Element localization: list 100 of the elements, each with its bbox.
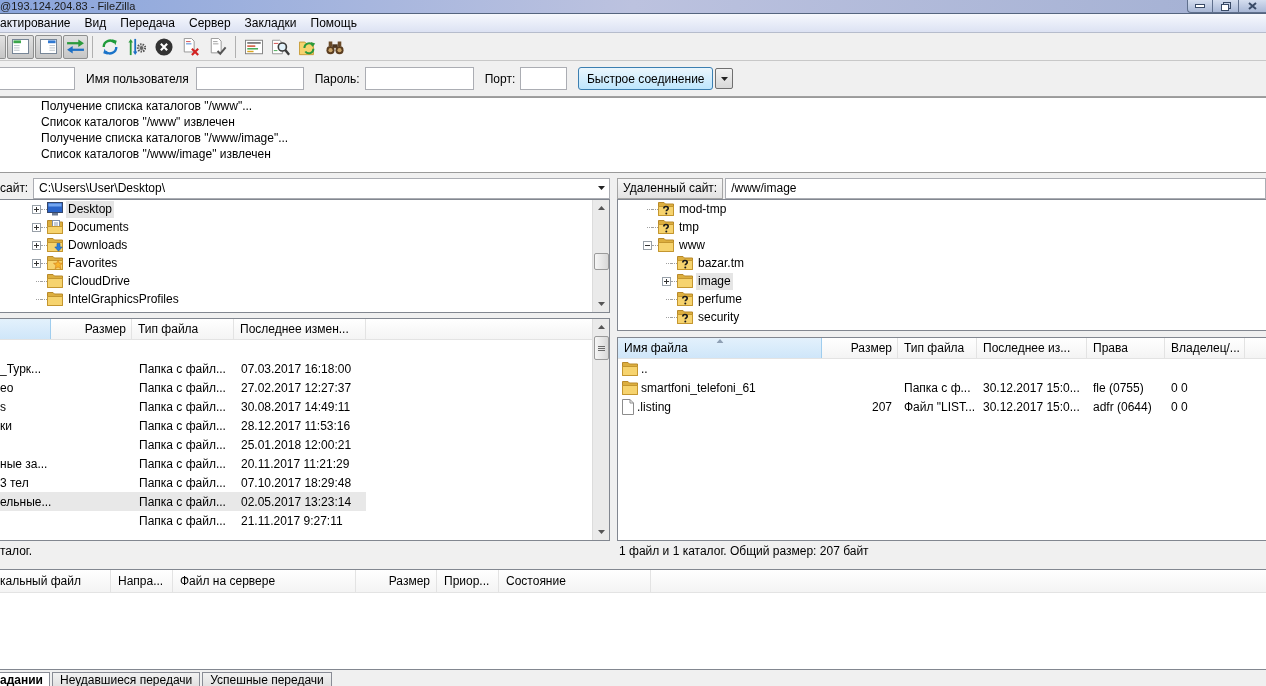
sliders-gear-icon[interactable] <box>127 37 146 56</box>
table-cell-text: adfr (0644) <box>1093 398 1152 416</box>
document-check-icon[interactable] <box>208 37 227 56</box>
column-header[interactable]: Файл на сервере <box>173 570 356 592</box>
close-button[interactable] <box>1239 0 1266 13</box>
scrollbar[interactable] <box>592 319 609 540</box>
column-header[interactable]: Тип файла <box>132 319 234 339</box>
x-circle-icon[interactable] <box>154 37 173 56</box>
file-name: .. <box>641 360 648 378</box>
table-cell-text: 30.12.2017 15:0... <box>983 379 1080 397</box>
file-icon <box>622 398 634 415</box>
folder-icon <box>622 380 638 395</box>
restore-button[interactable] <box>1213 0 1239 13</box>
column-header[interactable]: Размер <box>822 338 898 358</box>
table-cell-text: _Турк... <box>0 360 42 378</box>
folder-icon <box>658 238 674 252</box>
column-header[interactable]: Тип файла <box>898 338 977 358</box>
menu-item[interactable]: Закладки <box>237 14 304 32</box>
column-header[interactable]: Последнее из... <box>977 338 1087 358</box>
scrollbar-thumb[interactable] <box>593 253 609 270</box>
column-header[interactable]: Права <box>1087 338 1165 358</box>
file-row[interactable]: ельные... Папка с файл... 02.05.2017 13:23:14 <box>0 492 366 511</box>
input-field[interactable] <box>195 67 304 90</box>
table-cell-text: 28.12.2017 11:53:16 <box>241 417 351 435</box>
menu-item[interactable]: Вид <box>77 14 114 32</box>
scroll-up-icon[interactable] <box>597 206 605 210</box>
table-cell-text: ные за... <box>0 455 48 473</box>
column-header[interactable]: Размер <box>356 570 437 592</box>
table-cell-text: 21.11.2017 9:27:11 <box>241 512 343 530</box>
document-folder-icon <box>47 220 63 234</box>
input-field[interactable] <box>520 67 568 90</box>
quickconnect-button[interactable]: Быстрое соединение <box>578 67 714 90</box>
table-cell-text: Папка с файл... <box>139 379 226 397</box>
minus-box-icon[interactable] <box>643 240 652 250</box>
swap-arrows-icon <box>66 39 85 54</box>
table-cell-text: 30.08.2017 14:49:11 <box>241 398 351 416</box>
file-name: smartfoni_telefoni_61 <box>641 379 756 397</box>
table-cell-text: 0 0 <box>1171 398 1188 416</box>
scrollbar-thumb[interactable] <box>593 336 609 360</box>
column-header[interactable]: Напра... <box>111 570 173 592</box>
table-cell-text: 02.05.2017 13:23:14 <box>241 493 352 511</box>
table-cell-text: Папка с файл... <box>139 493 226 511</box>
site-label: Удаленный сайт: <box>617 177 724 199</box>
question-folder-icon <box>677 292 693 306</box>
tab[interactable]: Неудавшиеся передачи <box>51 672 201 686</box>
table-cell-text: Папка с файл... <box>139 398 226 416</box>
column-header[interactable]: Размер <box>51 319 132 339</box>
tab[interactable]: адании <box>0 672 50 686</box>
minimize-button[interactable] <box>1187 0 1213 13</box>
column-header[interactable]: Последнее измен... <box>234 319 366 339</box>
document-search-icon[interactable] <box>271 37 290 56</box>
folder-icon <box>47 292 63 306</box>
column-header[interactable]: Владелец/... <box>1165 338 1245 358</box>
column-header[interactable]: Состояние <box>499 570 651 592</box>
scroll-up-icon[interactable] <box>597 325 605 329</box>
toggle-button[interactable] <box>63 34 88 59</box>
log-line: Список каталогов "/www/image" извлечен <box>40 146 272 162</box>
question-folder-icon <box>677 256 693 270</box>
refresh-icon[interactable] <box>100 37 119 56</box>
toggle-button[interactable] <box>35 34 62 59</box>
input-field[interactable] <box>364 67 474 90</box>
menu-item[interactable]: Передача <box>113 14 182 32</box>
menu-item[interactable]: Помощь <box>303 14 364 32</box>
caret-icon <box>598 186 605 190</box>
toggle-button[interactable] <box>7 34 34 59</box>
plus-box-icon[interactable] <box>662 276 671 286</box>
toggle-button[interactable] <box>0 34 6 59</box>
log-line: Список каталогов "/www" извлечен <box>40 114 236 130</box>
dropdown-button[interactable] <box>715 68 734 89</box>
scroll-down-icon[interactable] <box>597 530 605 534</box>
path-field[interactable]: /www/image <box>725 177 1266 199</box>
download-folder-icon <box>47 238 63 252</box>
table-cell-text: Папка с файл... <box>139 474 226 492</box>
table-cell-text: ео <box>0 379 14 397</box>
column-header[interactable]: Приор... <box>437 570 499 592</box>
path-field[interactable]: C:\Users\User\Desktop\ <box>33 177 610 199</box>
scroll-down-icon[interactable] <box>597 302 605 306</box>
input-field[interactable] <box>0 67 75 90</box>
plus-box-icon[interactable] <box>32 240 41 250</box>
folder-icon <box>677 274 693 288</box>
scrollbar[interactable] <box>592 200 609 312</box>
menu-item[interactable]: актирование <box>0 14 78 32</box>
plus-box-icon[interactable] <box>32 204 41 214</box>
menu-item[interactable]: Сервер <box>182 14 238 32</box>
star-folder-icon <box>47 256 63 270</box>
close-icon <box>1248 2 1257 10</box>
window-title: @193.124.204.83 - FileZilla <box>0 0 136 13</box>
document-x-icon[interactable] <box>181 37 200 56</box>
plus-box-icon[interactable] <box>32 222 41 232</box>
tab[interactable]: Успешные передачи <box>202 672 332 686</box>
list-view-icon[interactable] <box>244 37 263 56</box>
table-cell-text: 30.12.2017 15:0... <box>983 398 1080 416</box>
window-layout-icon <box>40 39 57 54</box>
column-header[interactable]: Имя файла <box>618 338 822 358</box>
table-cell-text: Папка с файл... <box>139 436 226 454</box>
tree-item[interactable]: Desktop <box>66 200 115 218</box>
grip-icon <box>597 345 605 351</box>
tree-item[interactable]: image <box>696 272 733 290</box>
column-header[interactable]: кальный файл <box>0 570 111 592</box>
plus-box-icon[interactable] <box>32 258 41 268</box>
